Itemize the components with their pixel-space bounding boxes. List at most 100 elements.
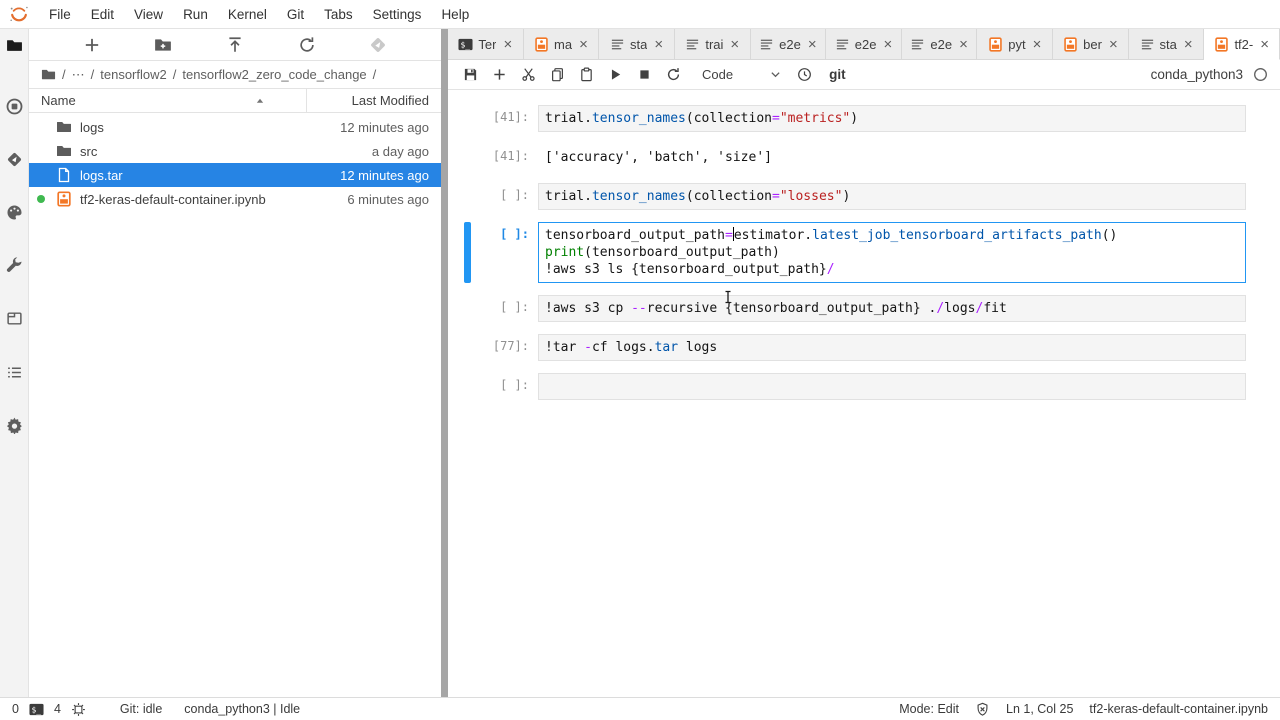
cell-collapser[interactable] [464, 295, 471, 322]
kernels-count[interactable]: 4 [54, 702, 61, 716]
tab-label: trai [705, 37, 723, 52]
menu-settings[interactable]: Settings [363, 7, 432, 22]
restart-kernel-button[interactable] [659, 63, 688, 87]
breadcrumb-segment[interactable]: tensorflow2_zero_code_change [182, 67, 366, 83]
code-cell: [41]:trial.tensor_names(collection="metr… [448, 105, 1280, 132]
file-row[interactable]: srca day ago [29, 139, 441, 163]
tab-e2e[interactable]: e2e× [751, 29, 827, 59]
close-icon[interactable]: × [730, 37, 739, 52]
menu-tabs[interactable]: Tabs [314, 7, 363, 22]
cell-editor[interactable]: !aws s3 cp --recursive {tensorboard_outp… [538, 295, 1246, 322]
close-icon[interactable]: × [579, 37, 588, 52]
close-icon[interactable]: × [883, 37, 892, 52]
sidebar-file-browser-icon[interactable] [6, 37, 23, 54]
close-icon[interactable]: × [503, 37, 512, 52]
tab-sta[interactable]: sta× [1129, 29, 1205, 59]
cell-editor[interactable]: !tar -cf logs.tar logs [538, 334, 1246, 361]
file-row[interactable]: logs.tar12 minutes ago [29, 163, 441, 187]
cell-collapser[interactable] [464, 183, 471, 210]
tab-sta[interactable]: sta× [599, 29, 675, 59]
menu-help[interactable]: Help [431, 7, 479, 22]
menu-git[interactable]: Git [277, 7, 314, 22]
terminal-icon[interactable]: $_ [29, 702, 44, 717]
home-folder-icon[interactable] [41, 67, 56, 82]
cell-collapser[interactable] [464, 222, 471, 283]
cell-collapser[interactable] [464, 105, 471, 132]
close-icon[interactable]: × [1260, 37, 1269, 52]
new-launcher-button[interactable] [83, 36, 101, 54]
cell-collapser[interactable] [464, 373, 471, 400]
tab-label: e2e [855, 37, 877, 52]
sidebar-extension-manager-icon[interactable] [6, 417, 23, 434]
tab-ter[interactable]: $_Ter× [448, 29, 524, 59]
file-row[interactable]: tf2-keras-default-container.ipynb6 minut… [29, 187, 441, 211]
sidebar-commands-palette-icon[interactable] [6, 204, 23, 221]
menu-run[interactable]: Run [173, 7, 218, 22]
close-icon[interactable]: × [1184, 37, 1193, 52]
git-status[interactable]: Git: idle [120, 702, 162, 716]
breadcrumb-segment[interactable]: tensorflow2 [100, 67, 166, 83]
sidebar-property-inspector-icon[interactable] [6, 257, 23, 274]
sidebar-git-icon[interactable] [6, 151, 23, 168]
menu-view[interactable]: View [124, 7, 173, 22]
cell-type-select[interactable]: Code [702, 67, 782, 82]
sidebar-table-of-contents-icon[interactable] [6, 364, 23, 381]
file-row[interactable]: logs12 minutes ago [29, 115, 441, 139]
notebook-icon [56, 191, 72, 207]
mode-indicator[interactable]: Mode: Edit [899, 702, 959, 716]
menu-items: FileEditViewRunKernelGitTabsSettingsHelp [39, 7, 479, 22]
close-icon[interactable]: × [1109, 37, 1118, 52]
close-icon[interactable]: × [654, 37, 663, 52]
shield-x-icon[interactable] [975, 702, 990, 717]
cut-cell-button[interactable] [514, 63, 543, 87]
tab-ber[interactable]: ber× [1053, 29, 1129, 59]
sidebar-running-sessions-icon[interactable] [6, 98, 23, 115]
panel-splitter[interactable] [441, 29, 448, 697]
insert-cell-button[interactable] [485, 63, 514, 87]
notebook-icon [988, 37, 1003, 52]
tab-label: Ter [478, 37, 496, 52]
breadcrumb-separator: / [373, 67, 377, 83]
breadcrumb-segment[interactable]: ⋯ [72, 67, 85, 83]
cell-editor[interactable]: trial.tensor_names(collection="metrics") [538, 105, 1246, 132]
close-icon[interactable]: × [959, 37, 968, 52]
kernel-sessions-icon[interactable] [71, 702, 86, 717]
column-modified-label[interactable]: Last Modified [284, 93, 441, 108]
save-button[interactable] [456, 63, 485, 87]
terminals-count[interactable]: 0 [12, 702, 19, 716]
paste-cell-button[interactable] [572, 63, 601, 87]
cell-editor[interactable]: trial.tensor_names(collection="losses") [538, 183, 1246, 210]
cursor-position[interactable]: Ln 1, Col 25 [1006, 702, 1073, 716]
upload-files-button[interactable] [226, 36, 244, 54]
tab-e2e[interactable]: e2e× [902, 29, 978, 59]
kernel-name-label[interactable]: conda_python3 [1151, 67, 1243, 82]
tab-trai[interactable]: trai × [675, 29, 751, 59]
close-icon[interactable]: × [1033, 37, 1042, 52]
copy-cell-button[interactable] [543, 63, 572, 87]
sidebar-open-tabs-icon[interactable] [6, 310, 23, 327]
cell-editor[interactable] [538, 373, 1246, 400]
notebook-icon [534, 37, 549, 52]
tab-pyt[interactable]: pyt× [977, 29, 1053, 59]
cell-editor[interactable]: tensorboard_output_path=estimator.latest… [538, 222, 1246, 283]
refresh-file-list-button[interactable] [298, 36, 316, 54]
kernel-status[interactable]: conda_python3 | Idle [184, 702, 300, 716]
kernel-status-circle-icon[interactable] [1253, 67, 1268, 82]
cell-collapser[interactable] [464, 144, 471, 171]
tab-tf2[interactable]: tf2-× [1204, 29, 1280, 60]
stop-kernel-button[interactable] [630, 63, 659, 87]
tab-e2e[interactable]: e2e × [826, 29, 902, 59]
tab-ma[interactable]: ma× [524, 29, 600, 59]
menu-kernel[interactable]: Kernel [218, 7, 277, 22]
column-name-label[interactable]: Name [41, 93, 76, 108]
history-button[interactable] [790, 63, 819, 87]
cell-collapser[interactable] [464, 334, 471, 361]
menu-file[interactable]: File [39, 7, 81, 22]
git-toolbar-label[interactable]: git [829, 67, 846, 82]
new-folder-button[interactable] [154, 36, 172, 54]
run-cell-button[interactable] [601, 63, 630, 87]
notebook-content: [41]:trial.tensor_names(collection="metr… [448, 90, 1280, 697]
close-icon[interactable]: × [808, 37, 817, 52]
menu-edit[interactable]: Edit [81, 7, 124, 22]
running-kernel-dot [37, 195, 45, 203]
